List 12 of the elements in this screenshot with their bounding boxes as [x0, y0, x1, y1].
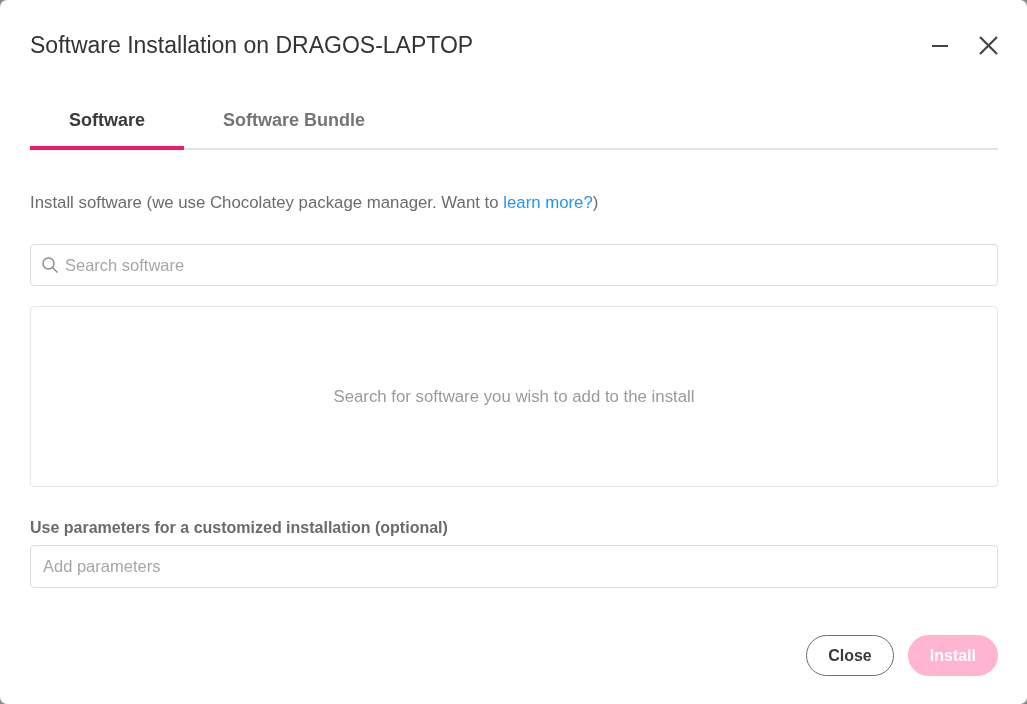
close-button[interactable]: Close — [806, 635, 894, 676]
search-icon — [42, 257, 58, 273]
learn-more-link[interactable]: learn more? — [503, 193, 593, 212]
window-title: Software Installation on DRAGOS-LAPTOP — [30, 31, 475, 60]
search-field[interactable]: Search software — [30, 244, 998, 286]
tab[interactable]: Software — [30, 95, 185, 150]
parameters-field[interactable]: Add parameters — [30, 545, 998, 588]
parameters-label: Use parameters for a customized installation (optional) — [30, 518, 449, 538]
empty-message: Search for software you wish to add to the install — [333, 386, 695, 407]
description-text: Install software (we use Chocolatey package manager. Want to learn more?) — [30, 193, 600, 213]
tab[interactable]: Software Bundle — [184, 95, 405, 150]
close-icon[interactable] — [979, 35, 998, 55]
